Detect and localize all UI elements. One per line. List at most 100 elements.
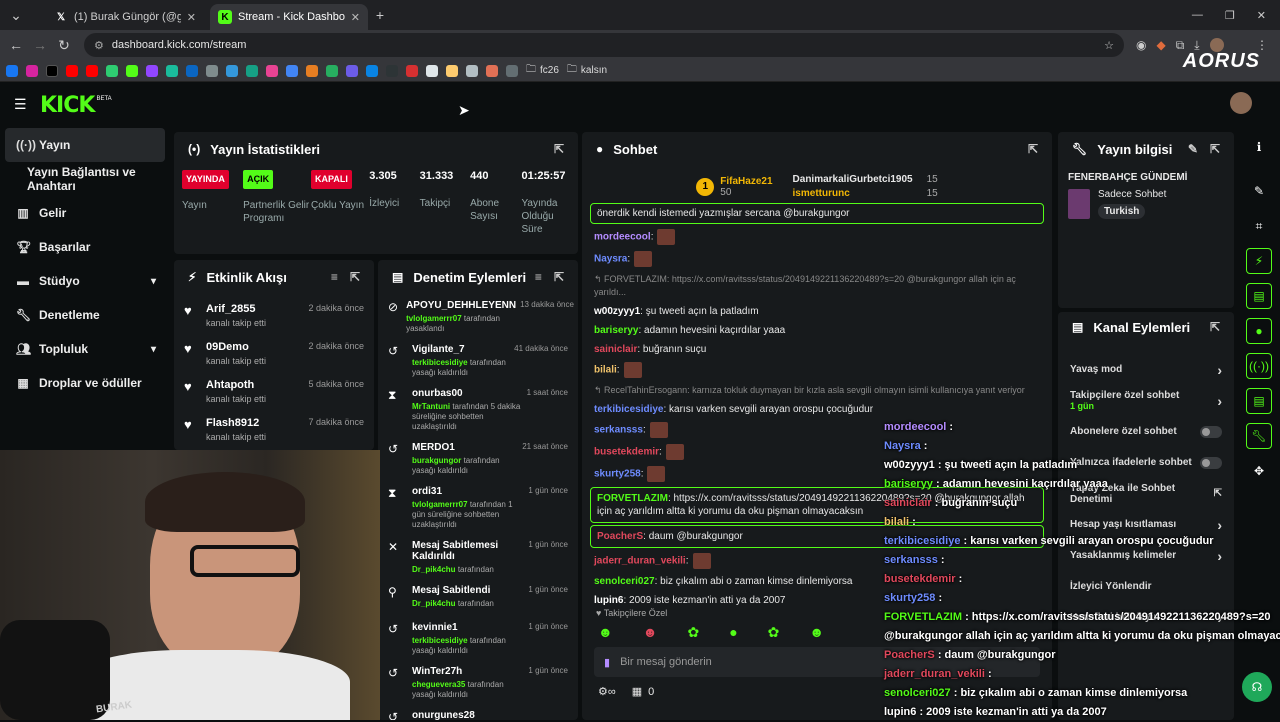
chat-username[interactable]: serkansss [594,425,643,436]
chat-username[interactable]: jaderr_duran_vekili [594,556,686,567]
chat-username[interactable]: Naysra [594,254,627,265]
gift-icon[interactable]: ▦ [632,685,642,698]
tag-chip[interactable]: Turkish [1098,204,1146,219]
emote-icon[interactable]: ● [729,624,737,641]
linkedin-bookmark-icon[interactable] [186,64,198,77]
emote-icon[interactable]: ☻ [643,624,658,641]
sidebar-item-yayin[interactable]: ((·)) Yayın [5,128,165,162]
edit-icon[interactable]: ✎ [1188,142,1198,156]
moderator-name[interactable]: cheguevera35 [412,680,465,689]
pencil-icon[interactable]: ✎ [1246,178,1272,204]
close-tab-icon[interactable]: ✕ [351,11,360,24]
popout-icon[interactable]: ⇱ [350,270,360,284]
menu-icon[interactable]: ☰ [14,96,27,113]
leaderboard-name[interactable]: ismetturunc [793,188,850,199]
channel-action-item[interactable]: Takipçilere özel sohbet 1 gün › [1058,385,1234,416]
chat-username[interactable]: lupin6 [594,595,623,606]
popout-icon[interactable]: ⇱ [554,270,564,284]
moderation-target[interactable]: onurbas00 [412,388,523,399]
bookmark-icon[interactable] [466,64,478,77]
chat-bubble-icon[interactable]: ● [1246,318,1272,344]
broadcast-icon[interactable]: ((·)) [1246,353,1272,379]
moderation-target[interactable]: ordi31 [412,486,524,497]
sidebar-item-droplar[interactable]: ▦ Droplar ve ödüller [0,366,170,400]
chat-username[interactable]: sainiclair [594,344,637,355]
bolt-icon[interactable]: ⚡︎ [1246,248,1272,274]
popout-icon[interactable]: ⇱ [1028,142,1038,156]
moderator-name[interactable]: MrTantuni [412,402,450,411]
moderation-target[interactable]: kevinnie1 [412,622,524,633]
bookmark-icon[interactable] [426,64,438,77]
site-info-icon[interactable]: ⚙ [94,39,104,52]
user-avatar[interactable] [1230,92,1252,114]
bookmark-icon[interactable] [266,64,278,77]
moderator-name[interactable]: tvlolgamerrr07 [412,500,468,509]
chat-username[interactable]: senolceri027 [594,576,655,587]
bookmark-icon[interactable] [506,64,518,77]
sidebar-item-gelir[interactable]: ▥ Gelir [0,196,170,230]
bookmark-icon[interactable] [366,64,378,77]
bookmark-icon[interactable] [386,64,398,77]
bookmark-icon[interactable] [286,64,298,77]
category-name[interactable]: Sadece Sohbet [1098,189,1166,200]
popout-icon[interactable]: ⇱ [1210,320,1220,334]
new-tab-icon[interactable]: + [368,7,392,23]
chat-username[interactable]: terkibicesidiye [594,404,663,415]
activity-user[interactable]: Flash8912 [206,417,266,429]
activity-user[interactable]: Ahtapoth [206,379,266,391]
info-icon[interactable]: ℹ [1246,134,1272,160]
channel-action-item[interactable]: Yavaş mod › [1058,354,1234,385]
moderation-target[interactable]: WinTer27h [412,666,524,677]
bookmark-icon[interactable] [306,64,318,77]
leaderboard-top[interactable]: 1 FifaHaze21 50 [696,174,773,199]
youtube-bookmark-icon[interactable] [66,64,78,77]
crop-icon[interactable]: ⌗ [1246,213,1272,239]
popout-icon[interactable]: ⇱ [554,142,564,156]
moderator-name[interactable]: tvlolgamerrr07 [406,314,462,323]
moderator-name[interactable]: Dr_pik4chu [412,565,456,574]
activity-user[interactable]: Arif_2855 [206,303,266,315]
moderation-target[interactable]: onurgunes28 [412,710,564,720]
kick-logo[interactable]: KICK [40,93,95,118]
sidebar-item-studyo[interactable]: ▬ Stüdyo ▾ [0,264,170,298]
emote-icon[interactable]: ☻ [598,624,613,641]
chat-username[interactable]: PoacherS [597,531,643,542]
bookmark-icon[interactable] [446,64,458,77]
sidebar-item-basarilar[interactable]: 🏆︎ Başarılar [0,230,170,264]
bookmark-icon[interactable] [106,64,118,77]
settings-icon[interactable]: ⚙∞ [598,685,616,698]
kick-bookmark-icon[interactable] [126,64,138,77]
pinned-message[interactable]: önerdik kendi istemedi yazmışlar sercana… [590,203,1044,224]
chat-username[interactable]: skurty258 [594,469,641,480]
x-bookmark-icon[interactable] [46,64,58,77]
activity-user[interactable]: 09Demo [206,341,266,353]
url-input[interactable]: ⚙ dashboard.kick.com/stream ☆ [84,33,1124,57]
bookmark-icon[interactable] [246,64,258,77]
bookmark-icon[interactable] [346,64,358,77]
minimize-icon[interactable]: — [1192,9,1203,22]
bookmark-icon[interactable] [206,64,218,77]
channel-icon[interactable]: ▤ [1246,388,1272,414]
bookmark-icon[interactable] [226,64,238,77]
document-icon[interactable]: ▤ [1246,283,1272,309]
sidebar-item-topluluk[interactable]: 👥︎ Topluluk ▾ [0,332,170,366]
moderation-target[interactable]: Mesaj Sabitlemesi Kaldırıldı [412,540,524,562]
browser-tab-kick[interactable]: K Stream - Kick Dashboard ✕ [210,4,368,30]
bookmark-icon[interactable] [166,64,178,77]
chat-username[interactable]: mordeecool [594,232,651,243]
moderator-name[interactable]: terkibicesidiye [412,636,468,645]
twitch-bookmark-icon[interactable] [146,64,158,77]
sidebar-item-denetleme[interactable]: 🔧︎ Denetleme [0,298,170,332]
youtube-bookmark-icon[interactable] [86,64,98,77]
chat-username[interactable]: FORVETLAZIM [597,493,668,504]
moderator-name[interactable]: terkibicesidiye [412,358,468,367]
reload-icon[interactable]: ↻ [52,37,76,54]
facebook-bookmark-icon[interactable] [6,64,18,77]
moderation-target[interactable]: APOYU_DEHHLEYENN [406,300,516,311]
emote-icon[interactable]: ☻ [809,624,824,641]
close-tab-icon[interactable]: ✕ [187,11,196,24]
bookmark-folder-kalsin[interactable]: 🗀 kalsın [567,62,607,79]
forward-icon[interactable]: → [28,37,52,53]
maximize-icon[interactable]: ❐ [1225,9,1235,22]
mic-icon[interactable]: ▮ [604,656,610,669]
